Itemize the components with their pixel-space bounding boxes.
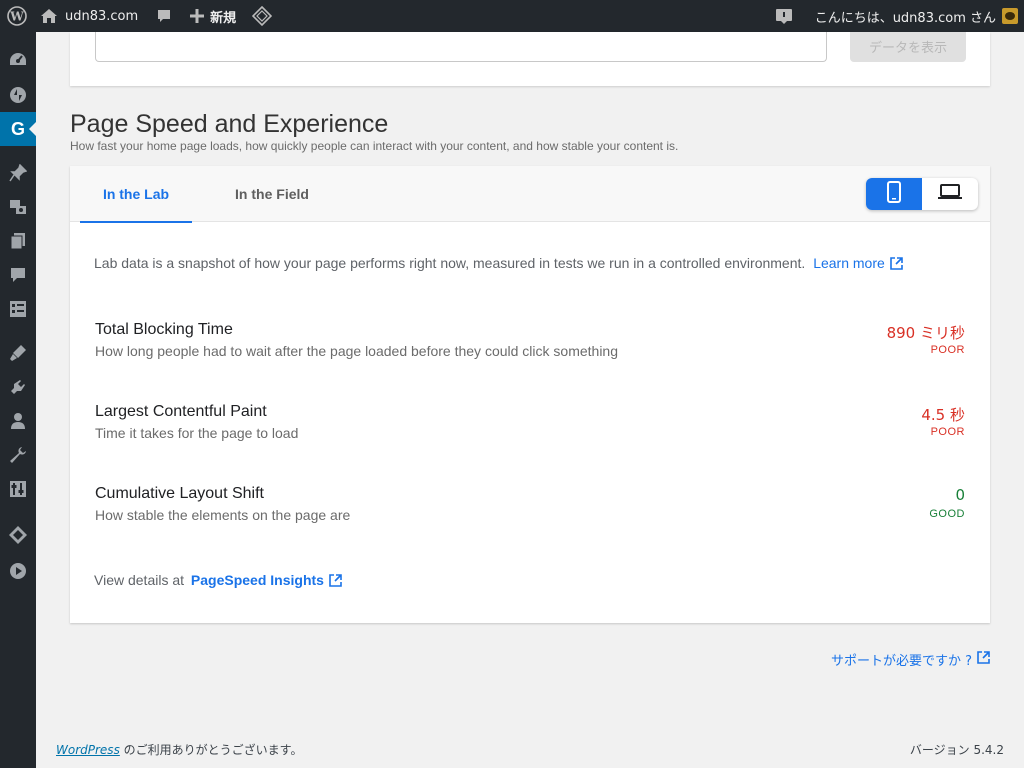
avatar (1002, 8, 1018, 24)
lab-description-text: Lab data is a snapshot of how your page … (94, 255, 806, 271)
metric-description: Time it takes for the page to load (95, 425, 299, 441)
lab-description: Lab data is a snapshot of how your page … (94, 255, 903, 273)
external-link-icon (889, 257, 903, 273)
home-icon (40, 8, 58, 24)
footer-version: バージョン 5.4.2 (909, 743, 1004, 757)
pagespeed-insights-label: PageSpeed Insights (190, 572, 324, 588)
admin-bar: W udn83.com 新規 こんにちは、udn83.com さん (0, 0, 1024, 32)
pagespeed-insights-link[interactable]: PageSpeed Insights (191, 572, 342, 588)
metric-category: POOR (930, 426, 965, 438)
site-name: udn83.com (65, 8, 139, 24)
new-content-link[interactable]: 新規 (182, 0, 244, 32)
search-card: データを表示 (70, 32, 990, 86)
dashboard-icon[interactable] (0, 43, 36, 77)
svg-text:W: W (9, 10, 24, 24)
wordpress-logo-icon[interactable]: W (0, 0, 34, 32)
metric-name: Cumulative Layout Shift (95, 485, 264, 502)
metric-description: How long people had to wait after the pa… (95, 343, 619, 359)
metric-row: Cumulative Layout Shift How stable the e… (95, 485, 965, 527)
notification-icon[interactable] (763, 0, 805, 32)
url-search-input[interactable] (95, 32, 827, 62)
plus-icon (190, 9, 205, 23)
my-account-link[interactable]: こんにちは、udn83.com さん (805, 0, 1024, 32)
learn-more-label: Learn more (813, 255, 885, 271)
view-details: View details at PageSpeed Insights (94, 572, 342, 590)
mobile-icon (887, 181, 901, 207)
pin-icon[interactable] (0, 156, 36, 190)
metric-category: POOR (930, 344, 965, 356)
metric-row: Total Blocking Time How long people had … (95, 321, 965, 363)
comments-link[interactable] (146, 0, 182, 32)
page-subtitle: How fast your home page loads, how quick… (70, 139, 679, 153)
tools-icon[interactable] (0, 438, 36, 472)
mobile-toggle-button[interactable] (866, 178, 922, 210)
metric-value: 4.5 秒 (921, 406, 965, 424)
external-link-icon (329, 574, 342, 590)
diamond-icon[interactable] (244, 0, 280, 32)
support-link[interactable]: サポートが必要ですか ? (831, 650, 990, 669)
appearance-icon[interactable] (0, 336, 36, 370)
comment-icon (156, 8, 172, 24)
page-title: Page Speed and Experience (70, 110, 389, 138)
diamond-icon[interactable] (0, 518, 36, 552)
metric-description: How stable the elements on the page are (95, 507, 351, 523)
play-icon[interactable] (0, 554, 36, 588)
view-data-button[interactable]: データを表示 (850, 32, 966, 62)
plugins-icon[interactable] (0, 370, 36, 404)
metric-row: Largest Contentful Paint Time it takes f… (95, 403, 965, 445)
view-details-prefix: View details at (94, 572, 185, 588)
metric-name: Total Blocking Time (95, 321, 233, 338)
greeting: こんにちは、udn83.com さん (814, 10, 996, 26)
settings-icon[interactable] (0, 472, 36, 506)
external-link-icon (977, 651, 990, 668)
metric-value: 0 (955, 486, 965, 504)
pages-icon[interactable] (0, 224, 36, 258)
metric-category: GOOD (929, 508, 965, 520)
comments-icon[interactable] (0, 258, 36, 292)
wordpress-link[interactable]: WordPress (56, 743, 120, 757)
site-name-link[interactable]: udn83.com (34, 0, 146, 32)
desktop-toggle-button[interactable] (922, 178, 978, 210)
learn-more-link[interactable]: Learn more (813, 255, 903, 271)
media-icon[interactable] (0, 190, 36, 224)
users-icon[interactable] (0, 404, 36, 438)
desktop-icon (938, 183, 962, 205)
tab-bar: In the Lab In the Field (70, 166, 990, 223)
jetpack-icon[interactable] (0, 78, 36, 112)
forms-icon[interactable] (0, 292, 36, 326)
support-label: サポートが必要ですか ? (830, 654, 972, 669)
site-kit-g-icon[interactable]: G (0, 112, 36, 146)
page-speed-card: In the Lab In the Field Lab data is a sn… (70, 166, 990, 623)
footer-thanks-text: のご利用ありがとうございます。 (119, 743, 303, 757)
device-toggle (866, 178, 978, 210)
admin-menu: G (0, 32, 36, 768)
metric-value: 890 ミリ秒 (886, 324, 965, 342)
tab-in-the-field[interactable]: In the Field (214, 166, 330, 222)
tab-in-the-lab[interactable]: In the Lab (80, 166, 192, 223)
new-label: 新規 (210, 10, 237, 26)
metric-name: Largest Contentful Paint (95, 403, 267, 420)
footer-thanks: WordPress のご利用ありがとうございます。 (56, 741, 302, 758)
